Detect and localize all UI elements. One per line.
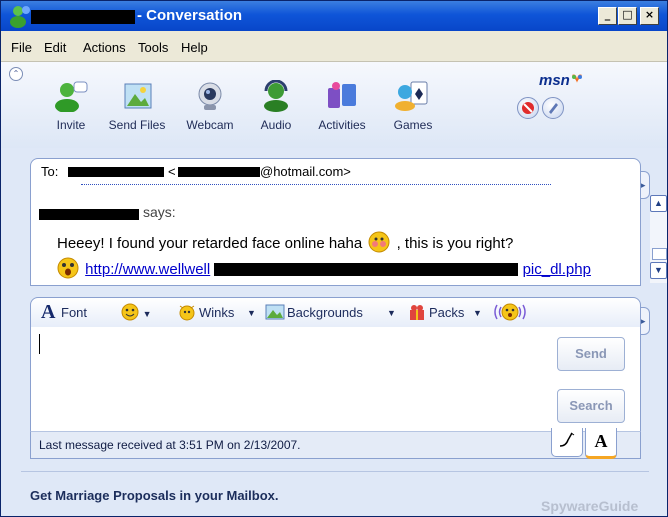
send-button[interactable]: Send [557, 337, 625, 371]
message-history: says: Heeey! I found your retarded face … [30, 184, 667, 286]
send-files-button[interactable]: Send Files [102, 80, 172, 132]
dropdown-arrow-icon: ▼ [247, 308, 256, 318]
menu-file[interactable]: File [11, 40, 32, 55]
expand-display-arrow[interactable]: ▸ [641, 307, 650, 335]
text-cursor [39, 334, 40, 354]
backgrounds-button[interactable]: Backgrounds [287, 305, 363, 320]
ad-banner[interactable]: Get Marriage Proposals in your Mailbox. [30, 488, 279, 503]
games-icon [395, 81, 428, 111]
activities-icon [328, 82, 356, 108]
surprised-emoticon-icon [57, 257, 79, 279]
minimize-button[interactable]: _ [598, 7, 617, 25]
games-button[interactable]: Games [389, 80, 437, 132]
activities-label: Activities [318, 118, 366, 132]
status-bar: Last message received at 3:51 PM on 2/13… [30, 428, 641, 459]
menu-tools[interactable]: Tools [138, 40, 168, 55]
scroll-down-button[interactable]: ▼ [650, 262, 667, 279]
says-label: says: [143, 204, 176, 220]
invite-icon [55, 81, 88, 113]
text-tab[interactable]: A [585, 428, 617, 459]
history-scrollbar[interactable]: ▲ ▼ [650, 195, 667, 283]
link-line: http://www.wellwell pic_dl.php [55, 256, 591, 280]
send-files-icon [124, 83, 152, 109]
title-bar[interactable]: - Conversation _ □ × [1, 1, 667, 31]
webcam-icon [198, 82, 222, 110]
menu-actions[interactable]: Actions [83, 40, 126, 55]
nudge-icon [494, 303, 526, 321]
expand-contact-arrow[interactable]: ▸ [641, 171, 650, 199]
conversation-window: - Conversation _ □ × File Edit Actions T… [0, 0, 668, 517]
font-button[interactable]: Font [61, 305, 87, 320]
format-toolbar: A Font ▼ Winks ▼ Backgrounds ▼ Packs ▼ [30, 297, 641, 329]
handwriting-icon [559, 432, 575, 447]
collapse-toolbar-icon[interactable]: ⌃ [9, 67, 23, 81]
winks-button[interactable]: Winks [199, 305, 234, 320]
redacted-sender-name [39, 209, 139, 220]
message-input[interactable]: Send Search [30, 327, 641, 432]
pencil-icon [549, 103, 558, 114]
text-tab-icon: A [594, 431, 608, 451]
audio-label: Audio [260, 118, 292, 132]
redacted-email-user [178, 167, 260, 177]
blushing-emoticon-icon [368, 231, 390, 253]
invite-label: Invite [56, 118, 86, 132]
activities-button[interactable]: Activities [309, 80, 375, 132]
dropdown-arrow-icon: ▼ [142, 309, 152, 319]
maximize-button[interactable]: □ [618, 7, 637, 25]
redacted-url-part [214, 263, 519, 276]
audio-button[interactable]: Audio [256, 79, 296, 132]
block-button[interactable] [517, 97, 539, 119]
toolbar: ⌃ Invite Send Files Webcam Audio Activit… [1, 62, 667, 148]
search-button[interactable]: Search [557, 389, 625, 423]
invite-button[interactable]: Invite [46, 80, 96, 132]
webcam-button[interactable]: Webcam [184, 80, 236, 132]
to-label: To: [41, 164, 59, 179]
message-tail-text: , this is you right? [396, 235, 514, 252]
email-domain: @hotmail.com> [260, 164, 351, 179]
link-start[interactable]: http://www.wellwell [85, 261, 210, 278]
winks-icon-wrap[interactable] [177, 303, 197, 324]
audio-icon [264, 79, 288, 112]
message-text: Heeey! I found your retarded face online… [57, 235, 363, 252]
menu-bar: File Edit Actions Tools Help [1, 31, 667, 62]
message-line: Heeey! I found your retarded face online… [57, 230, 513, 254]
scroll-thumb[interactable] [652, 248, 667, 260]
window-title: - Conversation [137, 7, 243, 24]
handwriting-tab[interactable] [551, 428, 583, 457]
dropdown-arrow-icon: ▼ [387, 308, 396, 318]
emoticons-button[interactable]: ▼ [121, 303, 152, 324]
nudge-button[interactable] [493, 301, 527, 326]
send-files-label: Send Files [108, 118, 166, 132]
previous-message-edge [81, 184, 551, 186]
games-label: Games [393, 118, 433, 132]
block-icon [522, 102, 534, 114]
to-bar: To: < @hotmail.com> [30, 158, 641, 186]
close-button[interactable]: × [640, 7, 659, 25]
packs-icon [410, 305, 424, 320]
divider [21, 471, 649, 472]
link-end[interactable]: pic_dl.php [523, 261, 591, 278]
redacted-contact-name [68, 167, 164, 177]
font-icon[interactable]: A [41, 301, 55, 324]
email-bracket: < [168, 164, 176, 179]
packs-icon-wrap[interactable] [407, 303, 427, 324]
menu-help[interactable]: Help [181, 40, 208, 55]
backgrounds-icon-wrap[interactable] [265, 303, 285, 324]
dropdown-arrow-icon: ▼ [473, 308, 482, 318]
msn-logo: msn [539, 72, 584, 89]
redacted-contact-name [31, 10, 135, 24]
backgrounds-icon [265, 304, 285, 320]
last-message-status: Last message received at 3:51 PM on 2/13… [39, 438, 301, 452]
menu-edit[interactable]: Edit [44, 40, 66, 55]
butterfly-icon [571, 74, 582, 83]
packs-button[interactable]: Packs [429, 305, 464, 320]
scroll-up-button[interactable]: ▲ [650, 195, 667, 212]
smiley-icon [121, 303, 139, 321]
watermark: SpywareGuide [541, 498, 639, 514]
display-picture-button[interactable] [542, 97, 564, 119]
winks-icon [179, 305, 195, 321]
webcam-label: Webcam [186, 118, 234, 132]
